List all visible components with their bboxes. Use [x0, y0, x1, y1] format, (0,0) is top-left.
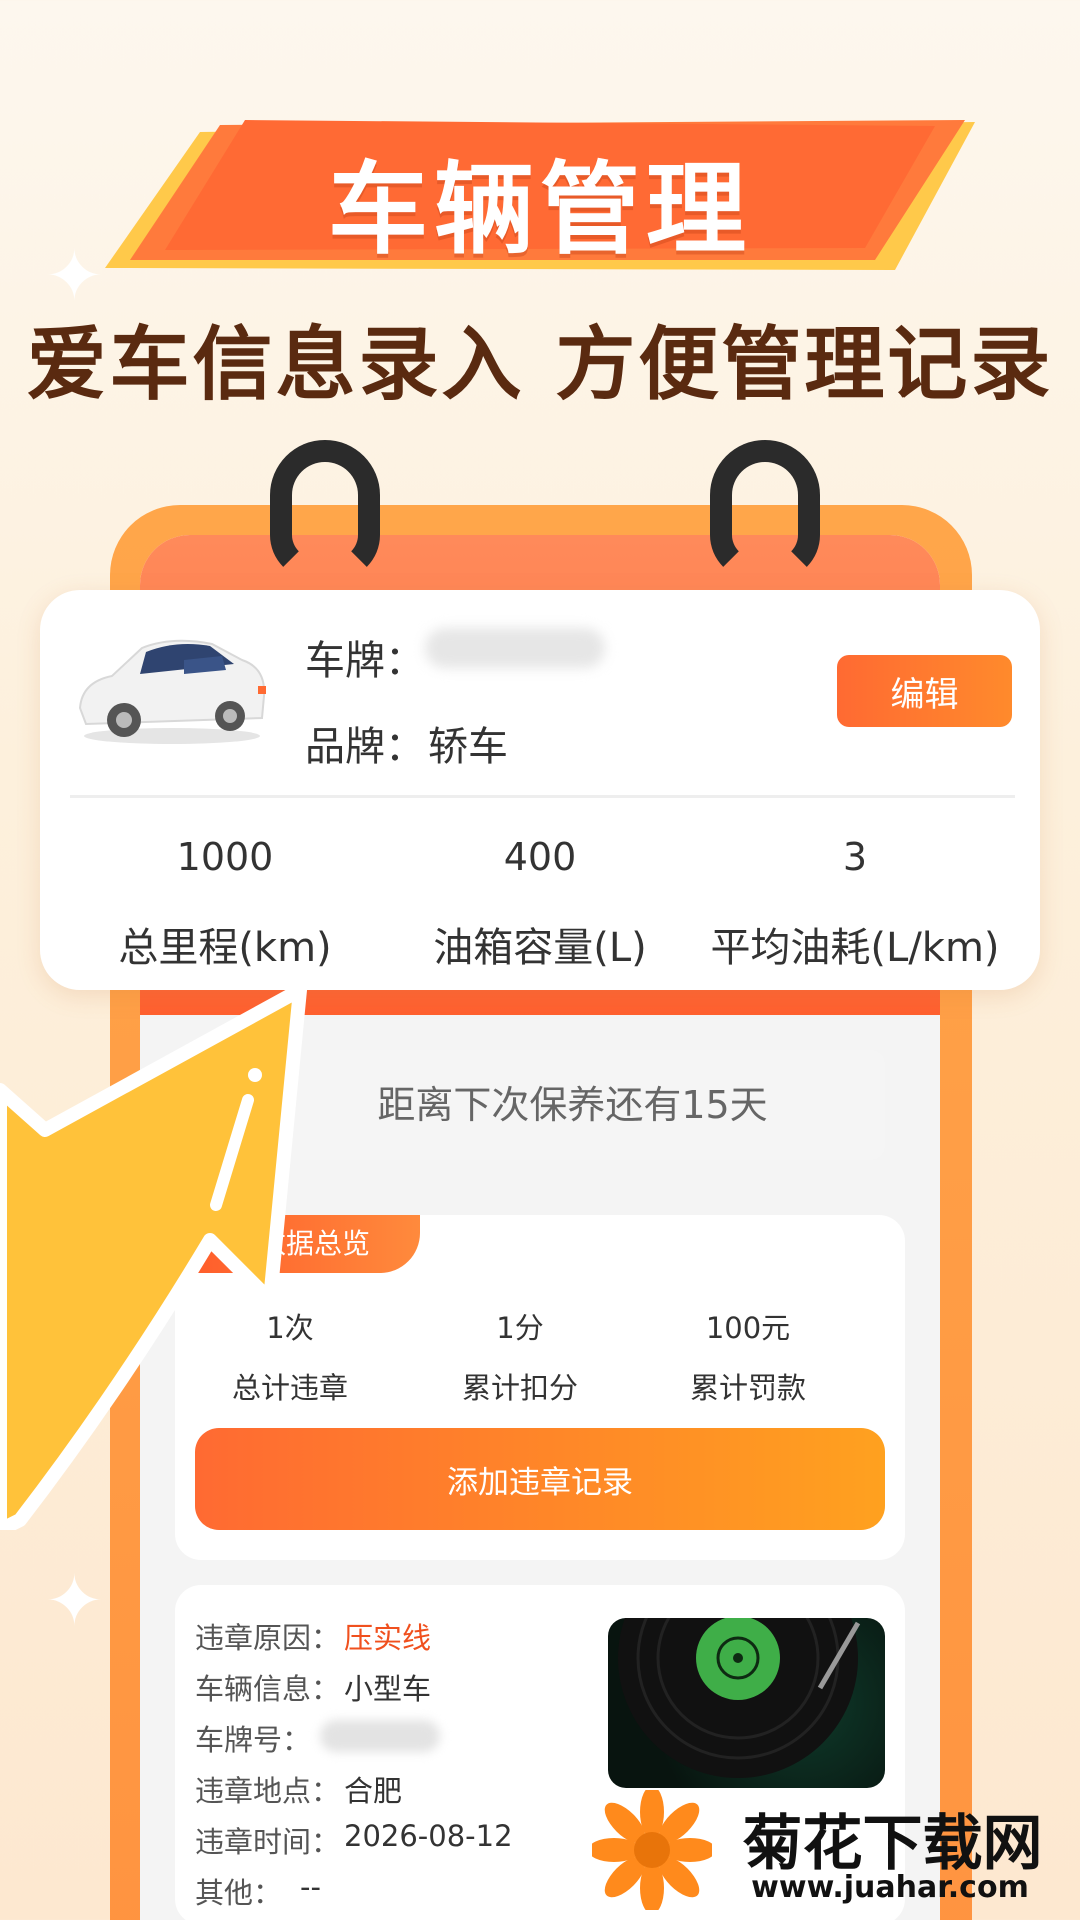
- vehicle-value: 小型车: [344, 1672, 432, 1706]
- binder-ring-icon: [270, 440, 380, 580]
- total-mileage-value: 1000: [176, 835, 274, 879]
- total-fines-label: 累计罚款: [689, 1371, 806, 1405]
- sparkle-icon: ✦: [45, 1560, 104, 1642]
- tank-capacity-value: 400: [503, 835, 577, 879]
- brand-value: 轿车: [428, 724, 508, 770]
- plate-label: 车牌：: [305, 638, 425, 684]
- binder-ring-icon: [710, 440, 820, 580]
- other-label: 其他：: [195, 1876, 283, 1910]
- avg-consumption-value: 3: [842, 835, 868, 879]
- plate-number-blurred: [320, 1720, 440, 1752]
- photo-thumbnail[interactable]: [608, 1618, 885, 1788]
- sparkle-icon: ✦: [45, 235, 104, 317]
- total-mileage-label: 总里程(km): [118, 925, 332, 971]
- flower-logo-icon: [592, 1790, 712, 1910]
- pointer-arrow-icon: [0, 983, 307, 1530]
- banner-subtitle: 爱车信息录入 方便管理记录: [26, 318, 1054, 411]
- vinyl-record-icon: [618, 1618, 861, 1778]
- time-value: 2026-08-12: [344, 1819, 513, 1853]
- edit-button[interactable]: 编辑: [837, 655, 1012, 727]
- plate-number-label: 车牌号：: [195, 1723, 312, 1757]
- avg-consumption-label: 平均油耗(L/km): [710, 925, 1000, 971]
- total-fines-value: 100元: [705, 1311, 791, 1345]
- maintenance-reminder: 距离下次保养还有15天: [260, 1050, 885, 1160]
- time-label: 违章时间：: [195, 1825, 341, 1859]
- watermark-title: 菊花下载网: [742, 1809, 1043, 1879]
- banner-title: 车辆管理: [328, 151, 752, 268]
- reason-label: 违章原因：: [195, 1621, 341, 1655]
- vehicle-label: 车辆信息：: [195, 1672, 341, 1706]
- other-value: --: [300, 1870, 321, 1904]
- reason-value: 压实线: [344, 1621, 432, 1655]
- brand-label: 品牌：: [305, 724, 425, 770]
- card-divider: [70, 795, 1015, 798]
- tank-capacity-label: 油箱容量(L): [433, 925, 647, 971]
- place-value: 合肥: [344, 1774, 403, 1808]
- plate-value-blurred: [425, 628, 605, 668]
- watermark-url: www.juahar.com: [751, 1870, 1029, 1905]
- place-label: 违章地点：: [195, 1774, 341, 1808]
- car-icon: [78, 639, 266, 744]
- total-points-label: 累计扣分: [461, 1371, 578, 1405]
- total-points-value: 1分: [496, 1311, 544, 1345]
